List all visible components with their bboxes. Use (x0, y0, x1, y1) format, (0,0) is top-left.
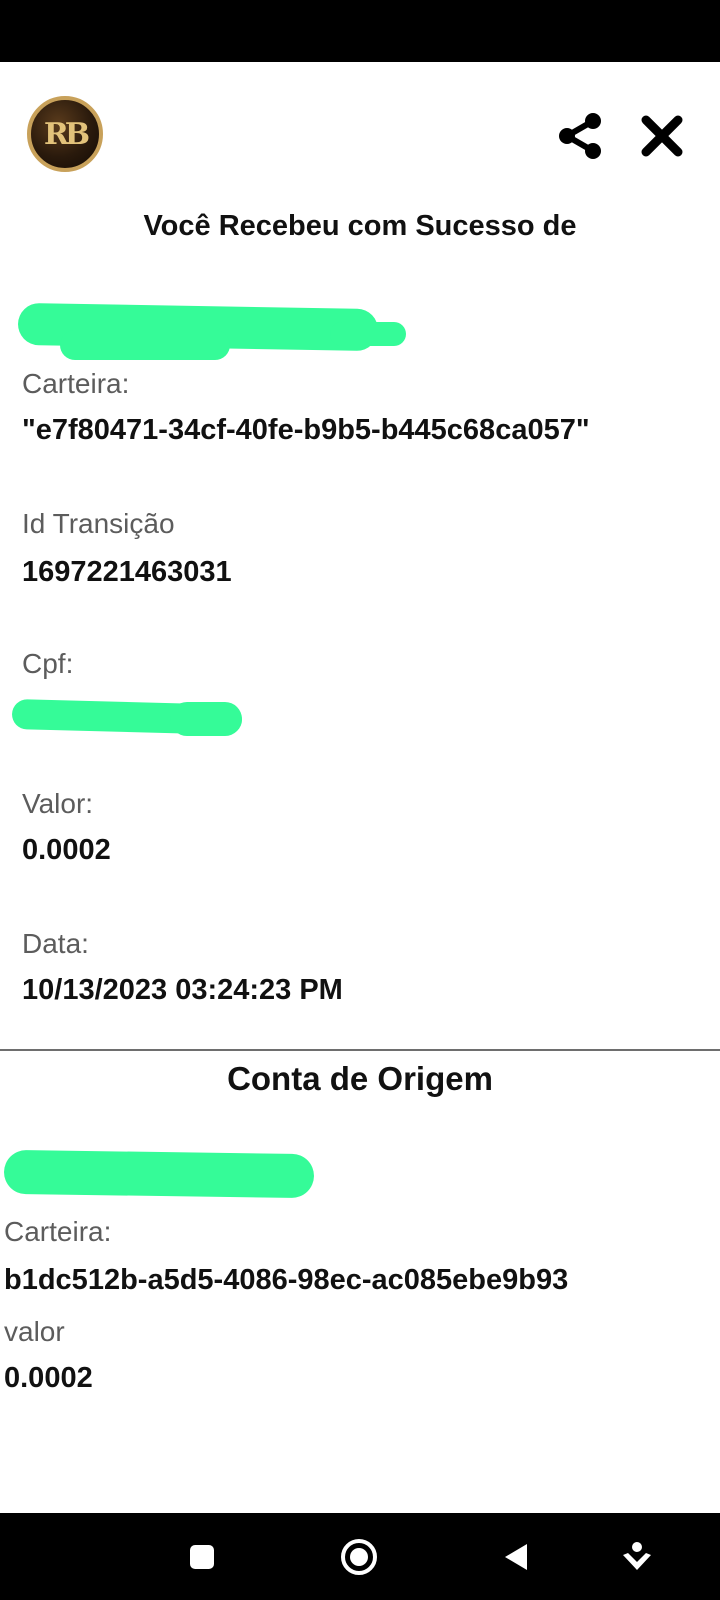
origin-amount-value: 0.0002 (4, 1362, 93, 1394)
redaction-mark (3, 1149, 315, 1199)
assist-button[interactable] (607, 1513, 667, 1600)
share-icon (559, 113, 601, 159)
assist-icon (623, 1541, 651, 1570)
redaction-mark (60, 330, 230, 360)
page-title: Você Recebeu com Sucesso de (143, 210, 577, 242)
transaction-id-value: 1697221463031 (22, 556, 232, 588)
amount-label: Valor: (22, 788, 94, 819)
close-icon (641, 115, 683, 157)
close-button[interactable] (634, 108, 690, 164)
origin-wallet-value: b1dc512b-a5d5-4086-98ec-ac085ebe9b93 (4, 1264, 569, 1296)
home-icon (341, 1538, 377, 1575)
origin-section-title: Conta de Origem (227, 1060, 493, 1097)
logo-text: RB (43, 116, 90, 152)
recent-apps-icon (190, 1544, 214, 1569)
back-icon (505, 1543, 527, 1570)
wallet-value: "e7f80471-34cf-40fe-b9b5-b445c68ca057" (22, 414, 590, 446)
transaction-id-label: Id Transição (22, 508, 175, 539)
wallet-label: Carteira: (22, 368, 130, 399)
divider (0, 1049, 720, 1051)
back-button[interactable] (486, 1513, 546, 1600)
recent-apps-button[interactable] (172, 1513, 232, 1600)
system-nav-bar (0, 1513, 720, 1600)
origin-amount-label: valor (4, 1316, 65, 1347)
origin-wallet-label: Carteira: (4, 1216, 112, 1247)
app-logo: RB (27, 96, 103, 172)
date-value: 10/13/2023 03:24:23 PM (22, 974, 343, 1006)
amount-value: 0.0002 (22, 834, 111, 866)
redaction-mark (330, 322, 406, 346)
date-label: Data: (22, 928, 89, 959)
status-bar (0, 0, 720, 62)
redaction-mark (170, 702, 242, 736)
share-button[interactable] (552, 108, 608, 164)
home-button[interactable] (329, 1513, 389, 1600)
cpf-label: Cpf: (22, 648, 74, 679)
